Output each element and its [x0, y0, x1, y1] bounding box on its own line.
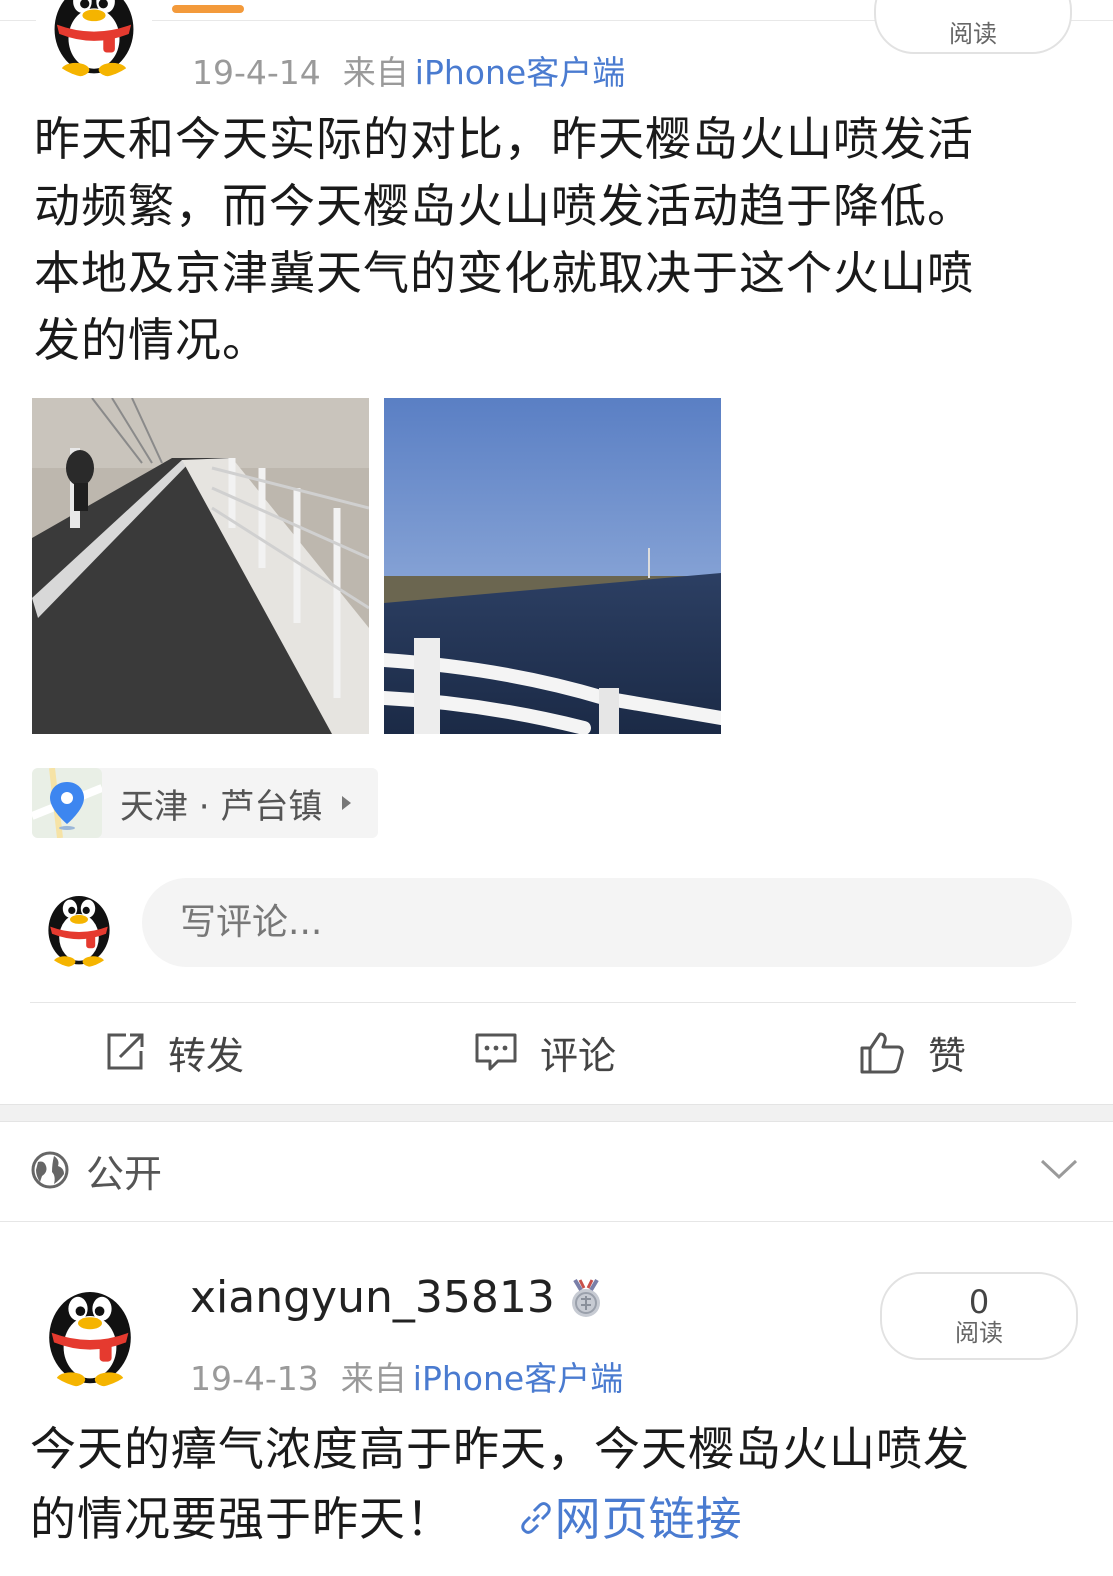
web-link[interactable]: 网页链接 — [517, 1492, 743, 1546]
read-count-pill[interactable]: 阅读 — [874, 0, 1072, 54]
location-text: 天津 · 芦台镇 — [120, 786, 323, 827]
privacy-label: 公开 — [86, 1152, 163, 1196]
post-text-line: 今天的瘴气浓度高于昨天，今天樱岛火山喷发 — [30, 1422, 970, 1476]
comment-label: 评论 — [540, 1033, 617, 1078]
post-meta: 19-4-13 来自 iPhone客户端 — [190, 1352, 623, 1400]
chevron-right-icon — [342, 796, 352, 810]
post-text-line: 发的情况。 — [34, 313, 269, 367]
chevron-down-icon[interactable] — [1040, 1158, 1078, 1180]
post-text-line-part: 的情况要强于昨天！ — [30, 1492, 453, 1546]
actions-divider — [30, 1002, 1076, 1003]
privacy-row[interactable] — [0, 1121, 1113, 1221]
source-link[interactable]: iPhone客户端 — [415, 53, 625, 92]
globe-icon — [31, 1151, 69, 1189]
location-chip[interactable]: 天津 · 芦台镇 — [32, 768, 378, 838]
post-text-line: 的情况要强于昨天！ 网页链接 — [30, 1484, 1100, 1554]
penguin-avatar-icon — [30, 1268, 150, 1388]
post-time: 19-4-14 — [192, 53, 321, 92]
source-prefix: 来自 — [342, 53, 409, 92]
read-label: 阅读 — [955, 1319, 1003, 1347]
post-meta: 19-4-14 来自 iPhone客户端 — [192, 46, 625, 94]
comment-box[interactable] — [142, 878, 1072, 967]
post-text: 今天的瘴气浓度高于昨天，今天樱岛火山喷发 的情况要强于昨天！ 网页链接 — [30, 1414, 1100, 1554]
source-prefix: 来自 — [340, 1359, 407, 1398]
post-photo-river-view[interactable] — [384, 398, 721, 734]
medal-badge-icon[interactable] — [569, 1278, 603, 1318]
comment-button[interactable]: 评论 — [474, 1020, 616, 1084]
like-label: 赞 — [928, 1033, 967, 1078]
current-user-avatar[interactable] — [34, 878, 124, 968]
post-text-line: 动频繁，而今天樱岛火山喷发活动趋于降低。 — [34, 179, 974, 233]
post-text: 昨天和今天实际的对比，昨天樱岛火山喷发活 动频繁，而今天樱岛火山喷发活动趋于降低… — [34, 106, 1094, 374]
thumbs-up-icon — [860, 1032, 904, 1074]
comment-input[interactable] — [178, 901, 982, 944]
read-count-pill[interactable]: 0 阅读 — [880, 1272, 1078, 1360]
read-label: 阅读 — [949, 20, 997, 48]
map-pin-icon — [32, 768, 102, 838]
author-row: xiangyun_35813 — [190, 1272, 603, 1323]
penguin-avatar-icon — [36, 0, 152, 78]
like-button[interactable]: 赞 — [858, 1020, 966, 1084]
source-link[interactable]: iPhone客户端 — [413, 1359, 623, 1398]
row-divider — [0, 1221, 1113, 1222]
link-icon — [520, 1502, 551, 1534]
author-avatar[interactable] — [30, 1268, 150, 1388]
section-separator — [0, 1104, 1113, 1122]
post-text-line: 本地及京津冀天气的变化就取决于这个火山喷 — [34, 246, 974, 300]
username[interactable]: xiangyun_35813 — [190, 1272, 555, 1323]
repost-label: 转发 — [168, 1033, 245, 1078]
web-link-label: 网页链接 — [554, 1492, 743, 1546]
post-time: 19-4-13 — [190, 1359, 319, 1398]
comment-icon — [475, 1033, 517, 1071]
share-icon — [107, 1033, 144, 1070]
penguin-avatar-icon — [34, 878, 124, 968]
repost-button[interactable]: 转发 — [104, 1020, 244, 1084]
post-photo-bridge-path[interactable] — [32, 398, 369, 734]
pull-indicator — [172, 5, 244, 13]
post-text-line: 昨天和今天实际的对比，昨天樱岛火山喷发活 — [34, 112, 974, 166]
avatar[interactable] — [36, 0, 152, 78]
read-count: 0 — [968, 1283, 990, 1321]
